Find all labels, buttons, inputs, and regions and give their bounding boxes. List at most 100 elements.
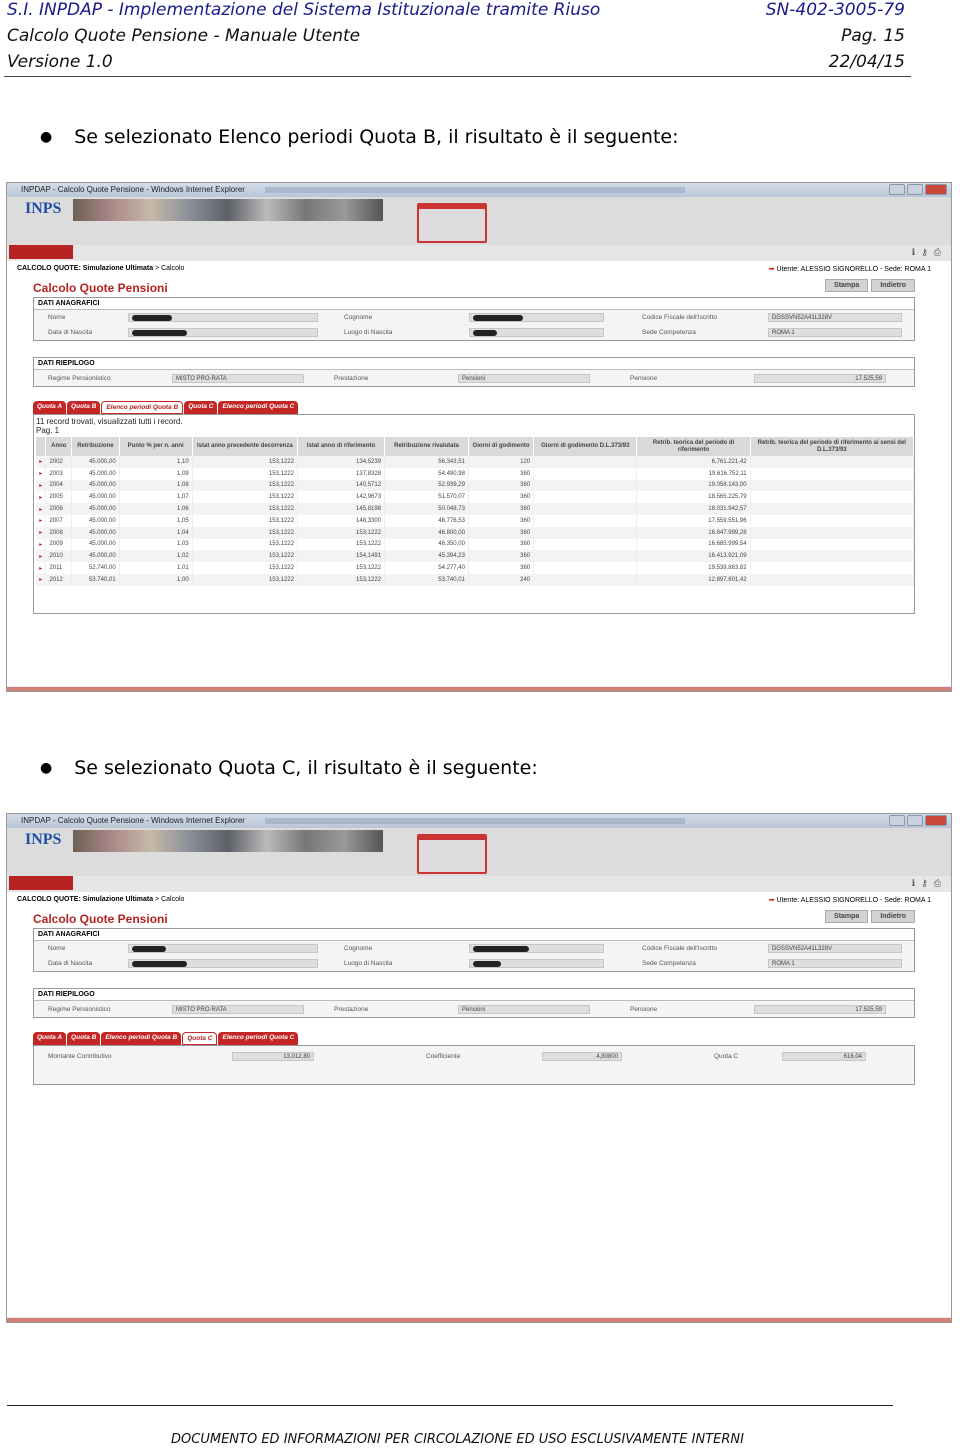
tab-quota-c[interactable]: Quota C	[184, 401, 218, 414]
pensione-field[interactable]: 17.525,59	[754, 1004, 886, 1014]
column-header[interactable]: Retribuzione	[71, 437, 120, 456]
tab-quota-b[interactable]: Quota B	[67, 401, 101, 414]
window-bottom-bar	[7, 1318, 951, 1322]
table-cell: 360	[468, 526, 535, 539]
table-row[interactable]: ▸ 2007 45.000,00 1,05 153,1222 148,3300 48.776…	[36, 514, 915, 527]
sede-field[interactable]: ROMA 1	[768, 328, 902, 337]
table-cell: 360	[468, 467, 535, 480]
print-icon[interactable]: ⎙	[934, 878, 941, 889]
info-icon[interactable]: ℹ	[912, 247, 915, 258]
luogo-nascita-field[interactable]	[469, 328, 604, 337]
table-cell: 18.031.942,57	[636, 503, 751, 515]
montante-field[interactable]: 13.012,80	[232, 1052, 314, 1061]
column-header[interactable]: Retribuzione rivalutata	[384, 437, 469, 456]
tab-quota-a[interactable]: Quota A	[33, 401, 67, 414]
regime-field[interactable]: MISTO PRO-RATA	[172, 373, 304, 383]
window-controls[interactable]	[889, 184, 947, 195]
column-header[interactable]: Retrib. teorica del periodo di riferimen…	[750, 437, 915, 456]
row-expand-icon[interactable]: ▸	[36, 562, 47, 574]
key-icon[interactable]: ⚷	[921, 878, 928, 889]
cognome-field[interactable]	[469, 944, 604, 953]
table-row[interactable]: ▸ 2004 45.000,00 1,08 153,1222 140,5712 52.939…	[36, 479, 915, 492]
table-cell: 18.565.225,79	[636, 491, 751, 504]
prestazione-field[interactable]: Pensioni	[458, 373, 590, 383]
print-button[interactable]: Stampa	[825, 910, 869, 923]
back-button[interactable]: Indietro	[871, 279, 915, 292]
info-icon[interactable]: ℹ	[912, 878, 915, 889]
column-header[interactable]: Giorni di godimento D.L.373/93	[533, 437, 638, 456]
table-cell: 1,01	[119, 562, 193, 574]
row-expand-icon[interactable]: ▸	[36, 573, 47, 586]
column-header[interactable]: Istat anno di riferimento	[297, 437, 386, 456]
breadcrumb-current: > Calcolo	[153, 265, 185, 272]
toolbar-icons[interactable]: ℹ ⚷ ⎙	[912, 247, 941, 258]
column-header[interactable]: Punto % per n. anni	[119, 437, 193, 456]
tab-elenco-periodi-c[interactable]: Elenco periodi Quota C	[218, 1032, 299, 1045]
print-button[interactable]: Stampa	[825, 279, 869, 292]
table-cell	[750, 491, 915, 504]
column-header[interactable]: Istat anno precedente decorrenza	[192, 437, 298, 456]
pensione-field[interactable]: 17.525,59	[754, 373, 886, 383]
nome-field[interactable]	[128, 313, 318, 322]
sede-field[interactable]: ROMA 1	[768, 959, 902, 968]
regime-field[interactable]: MISTO PRO-RATA	[172, 1004, 304, 1014]
table-row[interactable]: ▸ 2012 53.740,01 1,00 153,1222 153,1222 53.740…	[36, 573, 915, 586]
nome-field[interactable]	[128, 944, 318, 953]
row-expand-icon[interactable]: ▸	[36, 526, 47, 539]
row-expand-icon[interactable]: ▸	[36, 514, 47, 527]
tab-bar: Quota A Quota B Elenco periodi Quota B Q…	[33, 1032, 951, 1045]
table-cell: 153,1222	[192, 491, 298, 504]
tab-elenco-periodi-b[interactable]: Elenco periodi Quota B	[101, 1032, 182, 1045]
data-nascita-field[interactable]	[128, 959, 318, 968]
luogo-nascita-label: Luogo di Nascita	[344, 329, 393, 336]
breadcrumb-main[interactable]: CALCOLO QUOTE: Simulazione Ultimata	[17, 896, 153, 903]
table-row[interactable]: ▸ 2008 45.000,00 1,04 153,1222 153,1222 46.800…	[36, 526, 915, 539]
table-cell	[750, 467, 915, 480]
table-row[interactable]: ▸ 2011 52.740,00 1,01 153,1222 153,1222 54.277…	[36, 562, 915, 574]
cf-field[interactable]: DGSSVN52A41L328V	[768, 944, 902, 953]
window-controls[interactable]	[889, 815, 947, 826]
cognome-field[interactable]	[469, 313, 604, 322]
key-icon[interactable]: ⚷	[921, 247, 928, 258]
print-icon[interactable]: ⎙	[934, 247, 941, 258]
table-row[interactable]: ▸ 2006 45.000,00 1,06 153,1222 145,8198 50.048…	[36, 503, 915, 515]
row-expand-icon[interactable]: ▸	[36, 479, 47, 492]
data-nascita-field[interactable]	[128, 328, 318, 337]
table-cell: 240	[468, 573, 535, 586]
tab-elenco-periodi-b[interactable]: Elenco periodi Quota B	[101, 401, 184, 414]
prestazione-field[interactable]: Pensioni	[458, 1004, 590, 1014]
row-expand-icon[interactable]: ▸	[36, 467, 47, 480]
coefficiente-field[interactable]: 4,80800	[542, 1052, 622, 1061]
tab-quota-b[interactable]: Quota B	[67, 1032, 101, 1045]
quota-c-field[interactable]: 616,04	[782, 1052, 866, 1061]
luogo-nascita-field[interactable]	[469, 959, 604, 968]
table-cell: 54.277,40	[384, 562, 469, 574]
doc-code: SN-402-3005-79	[765, 0, 905, 20]
tab-elenco-periodi-c[interactable]: Elenco periodi Quota C	[218, 401, 299, 414]
row-expand-icon[interactable]: ▸	[36, 503, 47, 515]
table-row[interactable]: ▸ 2009 45.000,00 1,03 153,1222 153,1222 46.350…	[36, 538, 915, 551]
cf-field[interactable]: DGSSVN52A41L328V	[768, 313, 902, 322]
table-row[interactable]: ▸ 2002 45.000,00 1,10 153,1222 134,5239 56.343…	[36, 456, 915, 468]
column-header[interactable]: Retrib. teorica del periodo di riferimen…	[636, 437, 751, 456]
table-row[interactable]: ▸ 2010 45.000,00 1,02 153,1222 154,1491 45.394…	[36, 550, 915, 563]
row-expand-icon[interactable]: ▸	[36, 538, 47, 551]
column-header[interactable]: Anno	[45, 437, 73, 456]
table-row[interactable]: ▸ 2005 45.000,00 1,07 153,1222 142,9673 51.570…	[36, 491, 915, 504]
tab-quota-a[interactable]: Quota A	[33, 1032, 67, 1045]
tab-quota-c[interactable]: Quota C	[182, 1032, 218, 1045]
row-expand-icon[interactable]: ▸	[36, 456, 47, 468]
row-expand-icon[interactable]: ▸	[36, 491, 47, 504]
table-cell: 1,03	[119, 538, 193, 551]
column-header[interactable]: Giorni di godimento	[468, 437, 535, 456]
table-cell	[750, 456, 915, 468]
toolbar-icons[interactable]: ℹ ⚷ ⎙	[912, 878, 941, 889]
table-cell: 52.939,29	[384, 479, 469, 492]
breadcrumb-main[interactable]: CALCOLO QUOTE: Simulazione Ultimata	[17, 265, 153, 272]
table-row[interactable]: ▸ 2003 45.000,00 1,09 153,1222 137,8328 54.490…	[36, 467, 915, 480]
app-banner: INPS	[7, 828, 951, 876]
table-cell: 2010	[45, 550, 73, 563]
row-expand-icon[interactable]: ▸	[36, 550, 47, 563]
back-button[interactable]: Indietro	[871, 910, 915, 923]
table-cell: 50.048,73	[384, 503, 469, 515]
